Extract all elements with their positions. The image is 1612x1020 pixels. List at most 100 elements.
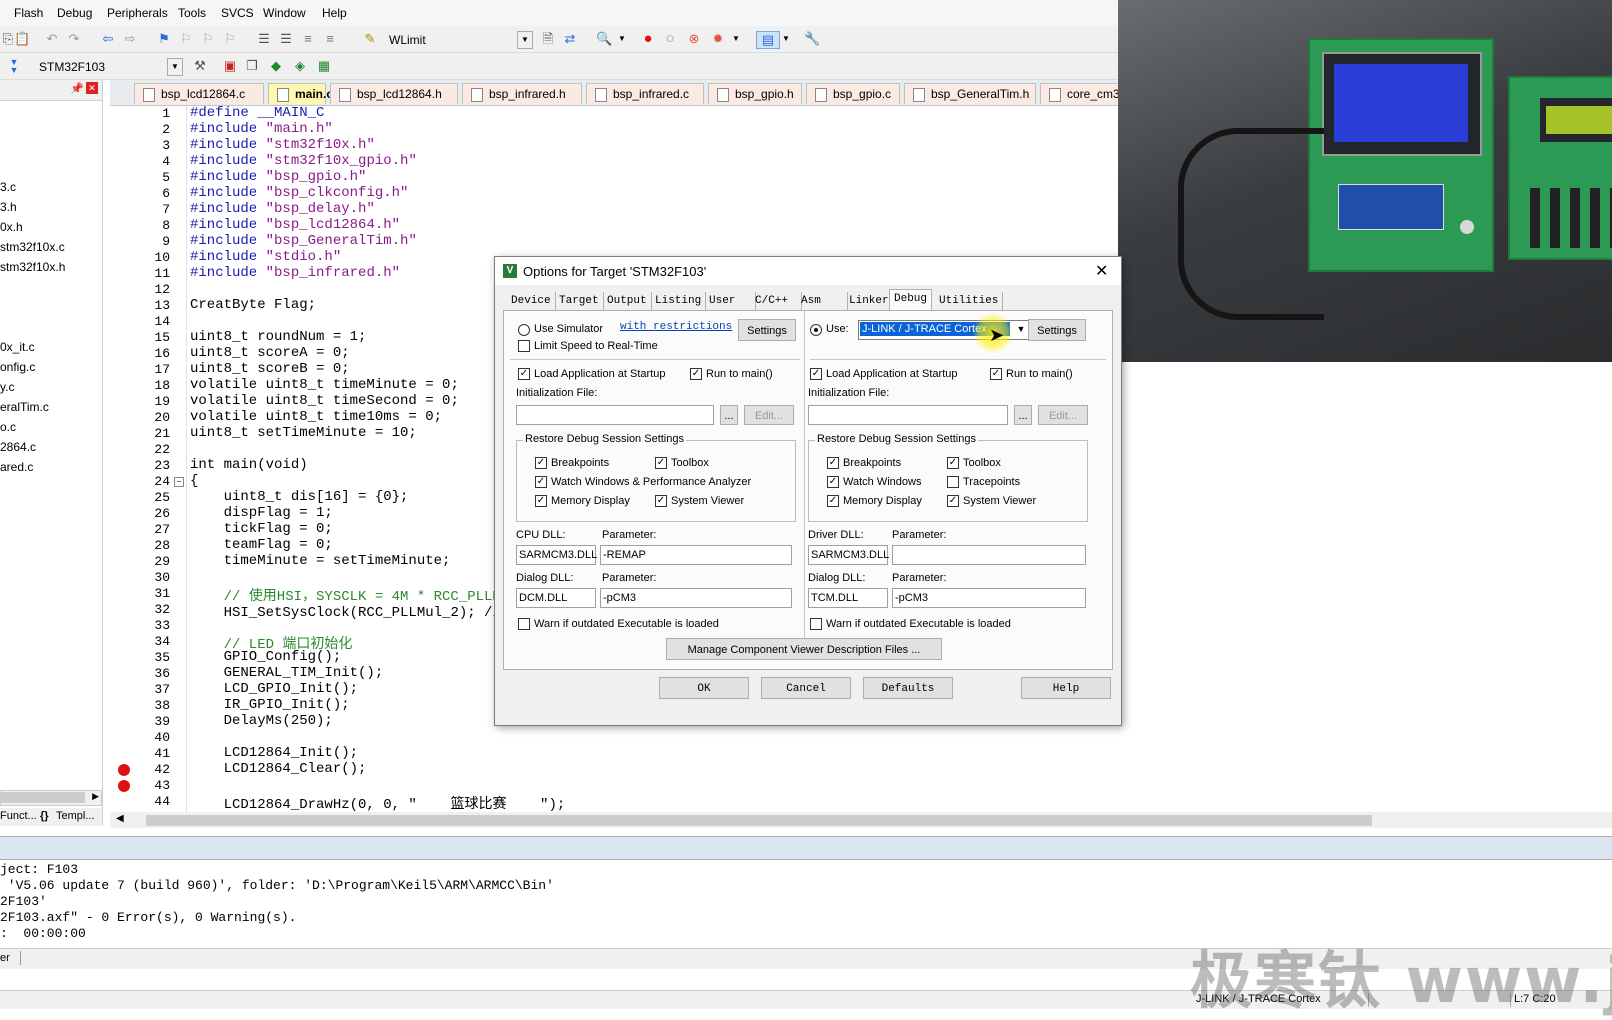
file-tab[interactable]: bsp_lcd12864.c: [134, 83, 264, 104]
bookmark-prev-icon[interactable]: ⚐: [178, 31, 194, 47]
dialog-dll-input[interactable]: TCM.DLL: [808, 588, 888, 608]
with-restrictions-link[interactable]: with restrictions: [620, 321, 732, 333]
init-file-browse-button[interactable]: ...: [1014, 405, 1032, 425]
defaults-button[interactable]: Defaults: [863, 677, 953, 699]
project-tree-item[interactable]: eralTim.c: [0, 400, 49, 414]
dialog-param-input[interactable]: -pCM3: [892, 588, 1086, 608]
restore-watch-checkbox[interactable]: ✓: [827, 476, 839, 488]
tab-functions[interactable]: Funct...: [0, 810, 37, 822]
comment-icon[interactable]: ≡: [300, 31, 316, 47]
file-tab[interactable]: main.c: [268, 83, 333, 104]
chevron-down-icon[interactable]: ▼: [778, 31, 794, 47]
dialog-param-input[interactable]: -pCM3: [600, 588, 792, 608]
paste-icon[interactable]: 📋: [14, 31, 30, 47]
load-app-checkbox[interactable]: ✓: [518, 368, 530, 380]
tab-target[interactable]: Target: [555, 292, 604, 310]
zoom-icon[interactable]: 🔍: [596, 31, 612, 47]
tab-user[interactable]: User: [705, 292, 756, 310]
file-extensions-icon[interactable]: ❐: [244, 58, 260, 74]
search-combo[interactable]: WLimit ▼: [384, 30, 534, 49]
file-tab[interactable]: bsp_infrared.h: [462, 83, 582, 104]
tab-build-output[interactable]: er: [0, 952, 10, 964]
tab-debug[interactable]: Debug: [889, 289, 933, 311]
file-tab[interactable]: bsp_lcd12864.h: [330, 83, 458, 104]
project-tree-item[interactable]: 3.c: [0, 180, 16, 194]
project-tree-item[interactable]: 2864.c: [0, 440, 36, 454]
project-tree-item[interactable]: 0x.h: [0, 220, 23, 234]
chevron-down-icon[interactable]: ▼: [1013, 321, 1029, 337]
chevron-down-icon[interactable]: ▼: [614, 31, 630, 47]
init-file-edit-button[interactable]: Edit...: [1038, 405, 1088, 425]
undo-icon[interactable]: ↶: [44, 31, 60, 47]
file-tab[interactable]: bsp_gpio.c: [806, 83, 900, 104]
restore-watch-checkbox[interactable]: ✓: [535, 476, 547, 488]
tab-asm[interactable]: Asm: [797, 292, 848, 310]
menu-debug[interactable]: Debug: [57, 6, 92, 20]
project-tree-item[interactable]: stm32f10x.h: [0, 260, 65, 274]
cpu-dll-input[interactable]: SARMCM3.DLL: [516, 545, 597, 565]
restore-tracepoints-checkbox[interactable]: [947, 476, 959, 488]
restore-toolbox-checkbox[interactable]: ✓: [947, 457, 959, 469]
bookmark-next-icon[interactable]: ⚐: [200, 31, 216, 47]
driver-param-input[interactable]: [892, 545, 1086, 565]
scroll-thumb[interactable]: [1, 792, 85, 803]
bookmark-clear-icon[interactable]: ⚐: [222, 31, 238, 47]
tab-device[interactable]: Device: [507, 292, 556, 310]
run-to-main-checkbox[interactable]: ✓: [990, 368, 1002, 380]
tab-listing[interactable]: Listing: [651, 292, 707, 310]
menu-window[interactable]: Window: [263, 6, 306, 20]
chevron-down-icon[interactable]: ▼: [167, 58, 183, 76]
target-combo[interactable]: STM32F103 ▼: [34, 57, 184, 76]
init-file-input[interactable]: [516, 405, 714, 425]
close-icon[interactable]: ✕: [1095, 261, 1108, 281]
close-icon[interactable]: ✕: [86, 82, 98, 94]
tab-cpp[interactable]: C/C++: [751, 292, 802, 310]
restore-memory-checkbox[interactable]: ✓: [827, 495, 839, 507]
warn-outdated-checkbox[interactable]: [810, 618, 822, 630]
project-tree-item[interactable]: y.c: [0, 380, 14, 394]
limit-speed-checkbox[interactable]: [518, 340, 530, 352]
manage-component-viewer-button[interactable]: Manage Component Viewer Description File…: [666, 638, 942, 660]
file-tab[interactable]: bsp_infrared.c: [586, 83, 704, 104]
tab-templates[interactable]: Templ...: [56, 810, 95, 822]
find-in-files-icon[interactable]: ✎: [362, 31, 378, 47]
debugger-select[interactable]: J-LINK / J-TRACE Cortex ▼ ➤: [858, 313, 1030, 353]
pin-icon[interactable]: 📌: [70, 82, 84, 95]
dialog-dll-input[interactable]: DCM.DLL: [516, 588, 596, 608]
indent-icon[interactable]: ☰: [256, 31, 272, 47]
warn-outdated-checkbox[interactable]: [518, 618, 530, 630]
project-tree-item[interactable]: stm32f10x.c: [0, 240, 65, 254]
run-to-main-checkbox[interactable]: ✓: [690, 368, 702, 380]
target-options-icon[interactable]: ⚒: [192, 58, 208, 74]
nav-forward-icon[interactable]: ⇨: [122, 31, 138, 47]
menu-peripherals[interactable]: Peripherals: [107, 6, 168, 20]
simulator-settings-button[interactable]: Settings: [738, 319, 796, 341]
load-icon[interactable]: ▼ ▼: [6, 58, 22, 75]
incremental-find-icon[interactable]: ⇄: [562, 31, 578, 47]
find-icon[interactable]: 🗎: [540, 31, 556, 47]
chevron-right-icon[interactable]: ▶: [92, 791, 99, 802]
menu-help[interactable]: Help: [322, 6, 347, 20]
nav-back-icon[interactable]: ⇦: [100, 31, 116, 47]
pack-installer-icon[interactable]: ▦: [316, 58, 332, 74]
restore-toolbox-checkbox[interactable]: ✓: [655, 457, 667, 469]
manage-rte-icon[interactable]: ◆: [268, 58, 284, 74]
uncomment-icon[interactable]: ≡: [322, 31, 338, 47]
tab-linker[interactable]: Linker: [845, 292, 894, 310]
use-debugger-radio[interactable]: [810, 324, 822, 336]
redo-icon[interactable]: ↷: [66, 31, 82, 47]
file-tab[interactable]: bsp_GeneralTim.h: [904, 83, 1036, 104]
configure-icon[interactable]: 🔧: [804, 31, 820, 47]
init-file-input[interactable]: [808, 405, 1008, 425]
breakpoint-insert-icon[interactable]: ●: [640, 31, 656, 47]
project-tree-item[interactable]: 0x_it.c: [0, 340, 35, 354]
breakpoint-kill-icon[interactable]: ✹: [710, 31, 726, 47]
help-button[interactable]: Help: [1021, 677, 1111, 699]
project-tree-item[interactable]: ared.c: [0, 460, 33, 474]
load-app-checkbox[interactable]: ✓: [810, 368, 822, 380]
project-tree-item[interactable]: 3.h: [0, 200, 17, 214]
driver-dll-input[interactable]: SARMCM3.DLL: [808, 545, 889, 565]
menu-flash[interactable]: Flash: [14, 6, 43, 20]
debugger-settings-button[interactable]: Settings: [1028, 319, 1086, 341]
manage-project-icon[interactable]: ▣: [222, 58, 238, 74]
